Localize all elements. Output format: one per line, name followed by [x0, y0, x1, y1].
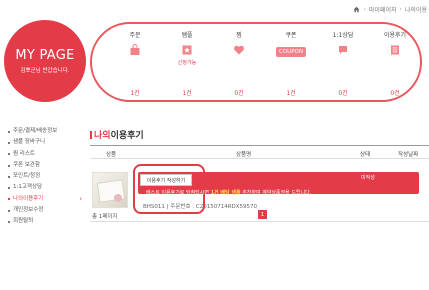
chevron-right-icon: ›	[79, 194, 82, 203]
summary-review[interactable]: 이용후기 0건	[372, 30, 418, 97]
bullet-icon	[8, 164, 10, 167]
summary-wishlist-label: 찜	[236, 32, 242, 39]
star-icon	[164, 44, 210, 56]
sidebar-item-coupons[interactable]: 쿠폰 보관함	[8, 160, 78, 171]
summary-order[interactable]: 주문 1건	[112, 30, 158, 97]
bag-icon	[112, 44, 158, 56]
summary-inquiry[interactable]: 1:1상담 0건	[320, 30, 366, 97]
review-icon	[372, 44, 418, 56]
summary-panel: 주문 1건 쌤플 신청가능 1건 찜 0건 쿠폰 COUPON 1건 1:1상담…	[90, 22, 422, 102]
table-header: 상품 상품명 상태 작성날짜	[90, 145, 429, 159]
sidebar-item-profile[interactable]: 개인정보수정	[8, 205, 78, 216]
mypage-title: MY PAGE	[15, 48, 75, 63]
page-title: 나의이용후기	[90, 128, 144, 141]
sidebar-item-wishlist[interactable]: 찜 리스트	[8, 149, 78, 160]
mypage-greeting: 김뽀군님 반갑습니다.	[20, 68, 70, 74]
breadcrumb-current: 나의이용	[404, 7, 427, 14]
summary-order-count[interactable]: 1건	[112, 88, 158, 97]
summary-wishlist[interactable]: 찜 0건	[216, 30, 262, 97]
home-icon[interactable]	[353, 6, 360, 13]
column-header-status: 상태	[360, 152, 371, 158]
summary-sample-label: 쌤플	[181, 32, 193, 39]
bullet-icon	[8, 153, 10, 156]
summary-review-count[interactable]: 0건	[372, 88, 418, 97]
column-header-product-name: 상품명	[236, 152, 252, 158]
product-thumbnail[interactable]	[92, 172, 128, 208]
review-status: 미작성	[361, 175, 375, 181]
mypage-badge: MY PAGE 김뽀군님 반갑습니다.	[4, 20, 86, 102]
summary-coupon[interactable]: 쿠폰 COUPON 1건	[268, 30, 314, 97]
summary-sample[interactable]: 쌤플 신청가능 1건	[164, 30, 210, 97]
summary-inquiry-label: 1:1상담	[332, 32, 354, 39]
pagination-page-1[interactable]: 1	[258, 210, 267, 219]
summary-order-label: 주문	[129, 32, 141, 39]
summary-review-label: 이용후기	[383, 32, 407, 39]
sidebar-item-inquiry[interactable]: 1:1고객상담	[8, 182, 78, 193]
order-number[interactable]: C20150714RDX59570	[196, 204, 257, 210]
sidebar-item-points[interactable]: 포인트/청정	[8, 171, 78, 182]
breadcrumb-separator: ›	[399, 6, 402, 13]
sidebar-item-my-reviews[interactable]: 나의이용후기 ›	[8, 194, 82, 205]
summary-sample-count[interactable]: 1건	[164, 88, 210, 97]
write-review-button[interactable]: 이용후기 작성하기	[140, 174, 192, 186]
column-header-date: 작성날짜	[398, 152, 419, 158]
bullet-icon	[8, 221, 10, 224]
bullet-icon	[8, 175, 10, 178]
bullet-icon	[8, 141, 10, 144]
summary-coupon-count[interactable]: 1건	[268, 88, 314, 97]
sidebar-item-orders[interactable]: 주문/결제/배송정보	[8, 126, 78, 137]
summary-inquiry-count[interactable]: 0건	[320, 88, 366, 97]
bullet-icon	[8, 187, 10, 190]
total-pages: 총 1페이지	[92, 214, 118, 220]
bullet-icon	[8, 209, 10, 212]
sidebar-nav: 주문/결제/배송정보 샘플 장바구니 찜 리스트 쿠폰 보관함 포인트/청정 1…	[8, 126, 82, 228]
summary-sample-status: 신청가능	[177, 60, 197, 66]
summary-coupon-label: 쿠폰	[285, 32, 297, 39]
bullet-icon	[8, 130, 10, 133]
column-header-product: 상품	[106, 152, 117, 158]
chat-icon	[320, 44, 366, 56]
review-promo-text: 베스트 이용후기로 당첨되시면 1건 배달 샘플 추천하여 계약상품권을 드립니…	[146, 190, 312, 196]
breadcrumb-mypage[interactable]: 마이페이지	[369, 5, 397, 14]
heart-icon	[216, 44, 262, 56]
breadcrumb-separator: ›	[363, 6, 366, 13]
coupon-icon: COUPON	[276, 47, 306, 57]
title-accent-bar	[90, 131, 92, 139]
bullet-icon	[8, 198, 10, 201]
breadcrumb: › 마이페이지 › 나의이용	[353, 5, 427, 14]
summary-wishlist-count[interactable]: 0건	[216, 88, 262, 97]
sidebar-item-withdraw[interactable]: 회원탈퇴	[8, 216, 78, 227]
sidebar-item-sample-cart[interactable]: 샘플 장바구니	[8, 137, 78, 148]
